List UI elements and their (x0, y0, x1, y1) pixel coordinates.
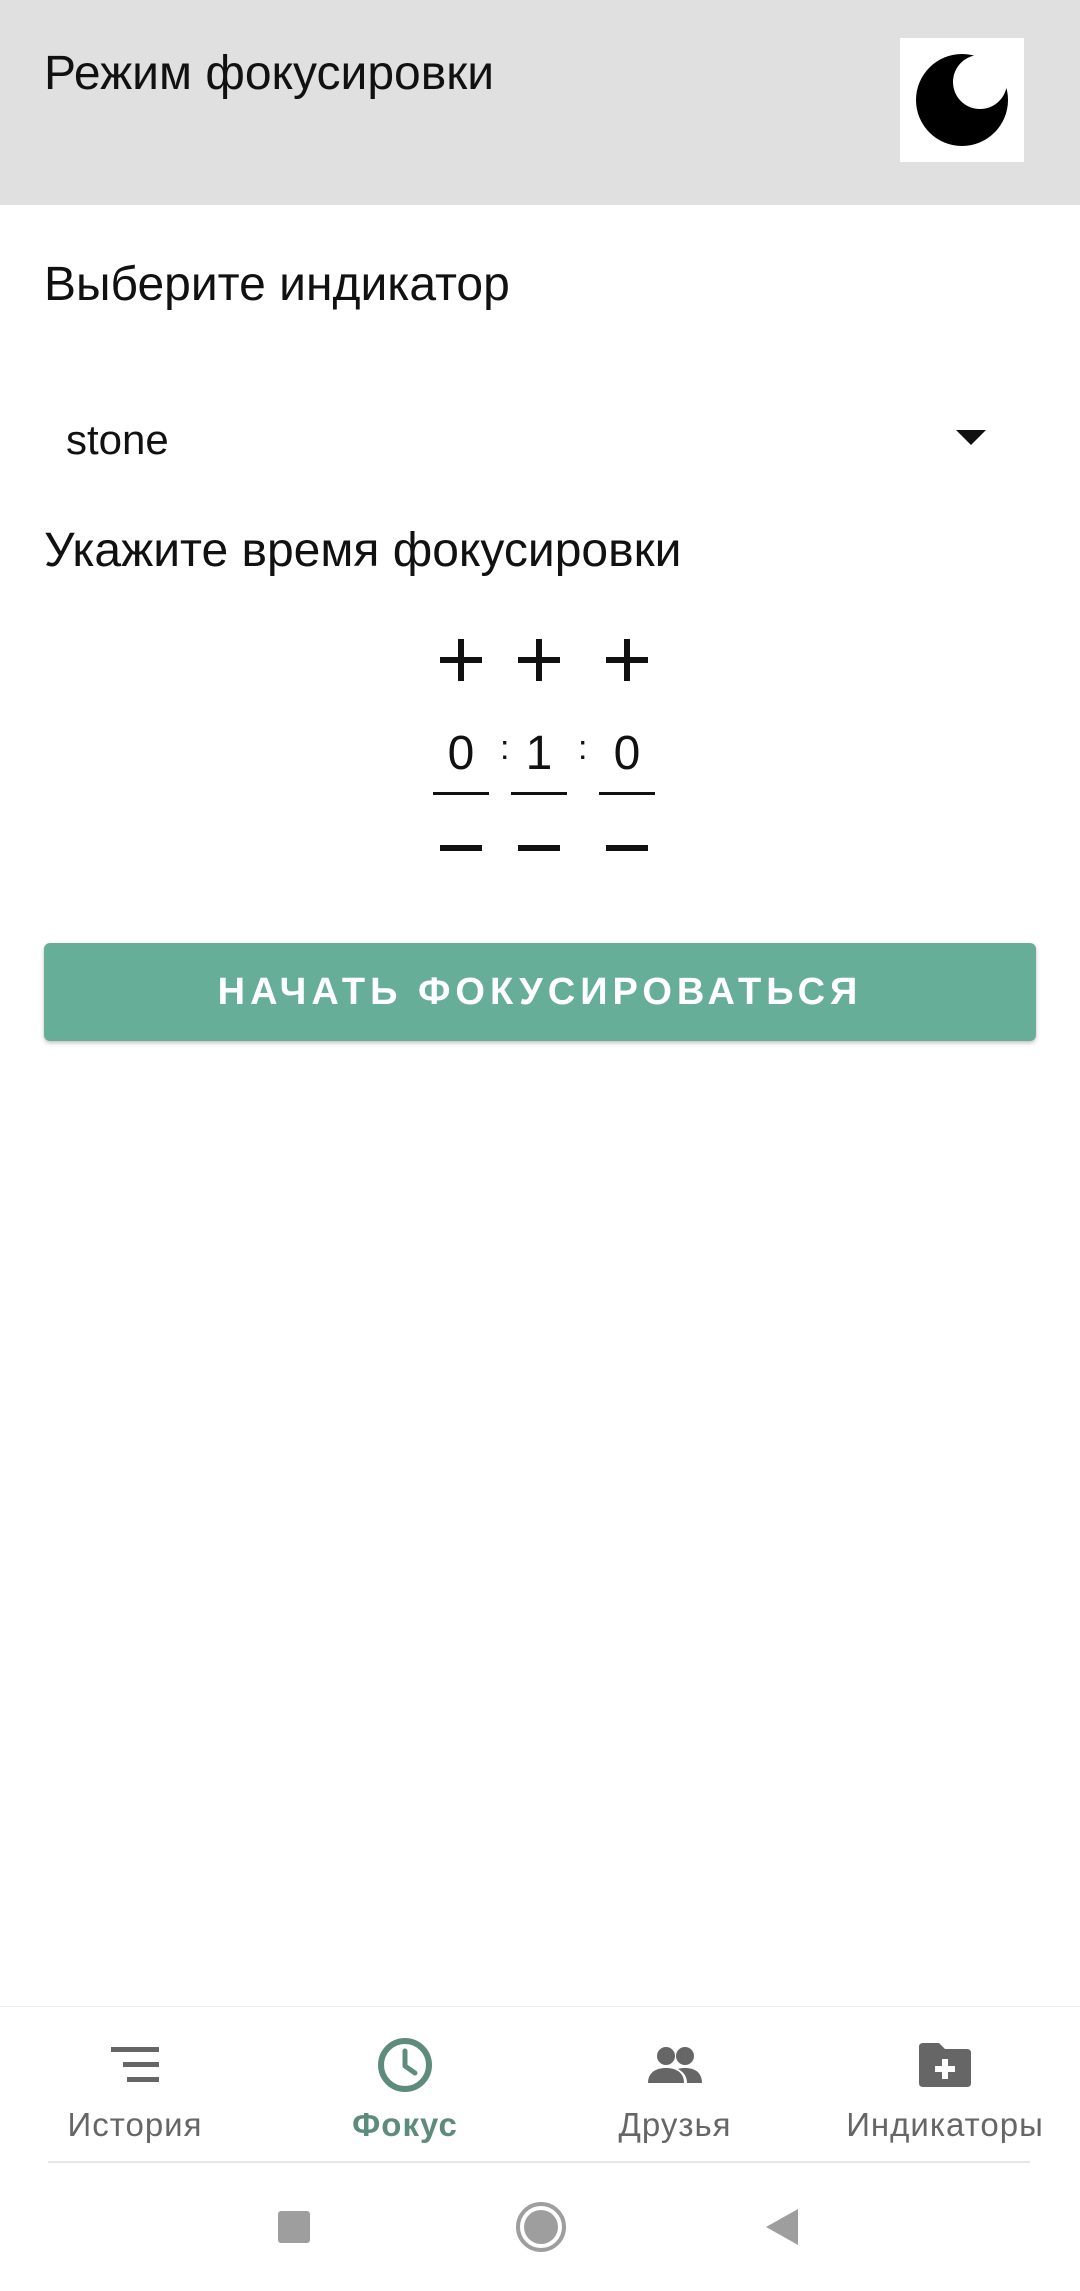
moon-icon (916, 54, 1008, 146)
time-separator: : (578, 729, 588, 767)
hours-decrement-button[interactable] (431, 818, 491, 878)
recents-icon[interactable] (266, 2199, 322, 2255)
indicator-label: Выберите индикатор (44, 258, 510, 311)
theme-toggle-button[interactable] (900, 38, 1024, 162)
minutes-increment-button[interactable] (509, 630, 569, 690)
minutes-stepper: 1 (509, 620, 569, 880)
system-navigation-bar (0, 2163, 1080, 2291)
minus-icon (518, 845, 560, 851)
nav-item-focus[interactable]: Фокус (270, 2007, 540, 2162)
nav-item-indicators[interactable]: Индикаторы (810, 2007, 1080, 2162)
seconds-stepper: 0 (597, 620, 657, 880)
folder-add-icon (919, 2043, 971, 2087)
nav-item-friends[interactable]: Друзья (540, 2007, 810, 2162)
nav-label-history: История (67, 2106, 203, 2143)
people-icon (648, 2047, 702, 2083)
app-bar: Режим фокусировки (0, 0, 1080, 205)
minus-icon (440, 845, 482, 851)
bottom-navigation: История Фокус Друзья Индикаторы (0, 2006, 1080, 2162)
nav-label-friends: Друзья (618, 2106, 732, 2143)
minus-icon (606, 845, 648, 851)
dropdown-arrow-icon (956, 430, 986, 445)
seconds-input[interactable]: 0 (599, 720, 655, 795)
hours-input[interactable]: 0 (433, 720, 489, 795)
clock-icon (378, 2038, 432, 2092)
seconds-decrement-button[interactable] (597, 818, 657, 878)
home-icon[interactable] (513, 2199, 569, 2255)
app-title: Режим фокусировки (44, 47, 495, 100)
hours-stepper: 0 (431, 620, 491, 880)
nav-item-history[interactable]: История (0, 2007, 270, 2162)
minutes-decrement-button[interactable] (509, 818, 569, 878)
hours-increment-button[interactable] (431, 630, 491, 690)
back-icon[interactable] (754, 2199, 810, 2255)
indicator-dropdown[interactable]: stone (44, 400, 1036, 480)
focus-time-label: Укажите время фокусировки (44, 524, 682, 577)
minutes-input[interactable]: 1 (511, 720, 567, 795)
indicator-selected-value: stone (66, 416, 169, 463)
nav-label-indicators: Индикаторы (846, 2106, 1044, 2143)
seconds-increment-button[interactable] (597, 630, 657, 690)
list-icon (111, 2047, 159, 2082)
nav-label-focus: Фокус (352, 2106, 458, 2143)
start-focus-button[interactable]: НАЧАТЬ ФОКУСИРОВАТЬСЯ (44, 943, 1036, 1041)
